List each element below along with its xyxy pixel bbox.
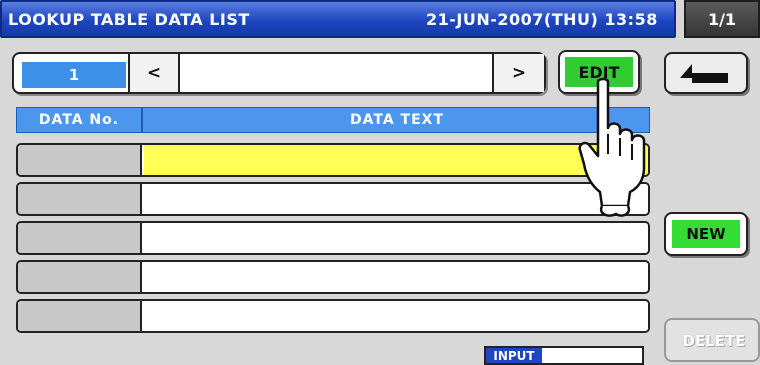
data-no-cell <box>18 145 142 175</box>
input-status-box: INPUT <box>484 346 644 365</box>
table-row[interactable] <box>16 299 650 333</box>
data-text-cell <box>144 223 648 253</box>
data-text-cell <box>144 262 648 292</box>
table-row[interactable] <box>16 221 650 255</box>
data-text-cell <box>144 145 648 175</box>
data-text-cell <box>144 301 648 331</box>
table-header: DATA No. DATA TEXT <box>16 107 650 133</box>
page-title: LOOKUP TABLE DATA LIST <box>8 10 250 29</box>
page-indicator: 1/1 <box>684 0 760 38</box>
page-search-field[interactable] <box>182 54 490 92</box>
table-row[interactable] <box>16 143 650 177</box>
page-number[interactable]: 1 <box>22 62 126 88</box>
title-panel: LOOKUP TABLE DATA LIST 21-JUN-2007(THU) … <box>0 0 676 38</box>
data-no-cell <box>18 184 142 214</box>
back-button[interactable] <box>664 52 748 94</box>
title-bar: LOOKUP TABLE DATA LIST 21-JUN-2007(THU) … <box>0 0 760 38</box>
data-no-cell <box>18 262 142 292</box>
delete-button-label: DELETE <box>682 332 746 350</box>
page-navigator: 1 < > <box>12 52 546 94</box>
data-no-cell <box>18 223 142 253</box>
new-button[interactable]: NEW <box>664 212 748 256</box>
data-no-cell <box>18 301 142 331</box>
table-row[interactable] <box>16 260 650 294</box>
date-time: 21-JUN-2007(THU) 13:58 <box>426 10 658 29</box>
delete-button[interactable]: DELETE <box>664 318 760 362</box>
column-header-data-text: DATA TEXT <box>350 112 444 128</box>
edit-button[interactable]: EDIT <box>558 50 640 94</box>
edit-button-label: EDIT <box>565 57 633 87</box>
next-page-button[interactable]: > <box>492 54 544 92</box>
table-row[interactable] <box>16 182 650 216</box>
input-label: INPUT <box>486 348 542 363</box>
new-button-label: NEW <box>672 220 740 248</box>
column-header-data-no: DATA No. <box>17 108 143 132</box>
prev-page-button[interactable]: < <box>128 54 180 92</box>
return-arrow-icon <box>680 64 728 83</box>
data-text-cell <box>144 184 648 214</box>
